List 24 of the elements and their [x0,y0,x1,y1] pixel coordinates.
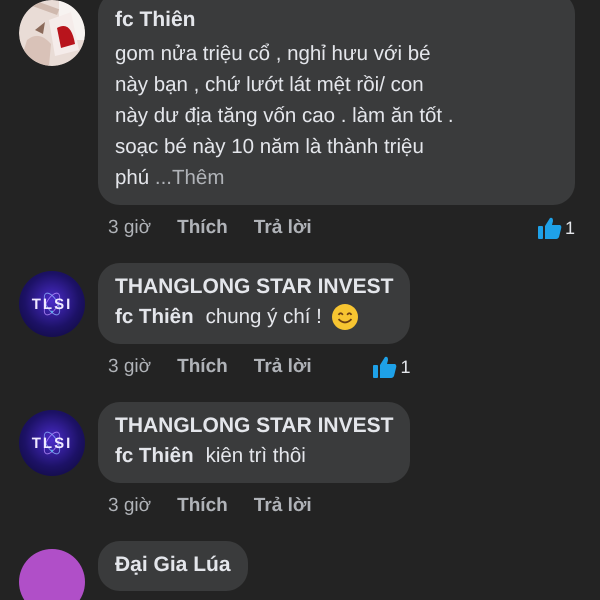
author-name[interactable]: THANGLONG STAR INVEST [115,273,394,301]
comment-text: fc Thiên chung ý chí ! [115,301,394,332]
mention-link[interactable]: fc Thiên [115,301,194,332]
thumbs-up-icon [373,356,398,378]
smiley-icon [332,304,358,330]
comment-text: gom nửa triệu cổ , nghỉ hưu với bé này bạn , chứ lướt lát mệt rồi/ con này dư địa tăng vốn cao . làm ăn tốt . soạc bé này 10 năm là thành triệu phú ...Thêm [115,41,455,191]
reply-link[interactable]: Trả lời [254,495,312,517]
like-link[interactable]: Thích [177,217,228,239]
like-count: 1 [564,218,575,238]
see-more-link[interactable]: ...Thêm [154,166,224,189]
comment-text: fc Thiên kiên trì thôi [115,440,394,471]
thumbs-up-icon [538,217,562,239]
reply-link[interactable]: Trả lời [254,217,312,239]
mention-link[interactable]: fc Thiên [115,440,194,471]
timestamp: 3 giờ [108,495,152,517]
like-count: 1 [400,356,410,378]
author-name[interactable]: THANGLONG STAR INVEST [115,412,394,440]
timestamp: 3 giờ [108,356,152,378]
author-name[interactable]: Đại Gia Lúa [115,551,231,579]
author-name[interactable]: fc Thiên [115,6,558,34]
like-link[interactable]: Thích [177,495,228,517]
timestamp: 3 giờ [108,217,152,239]
reply-link[interactable]: Trả lời [254,356,312,378]
like-link[interactable]: Thích [177,356,228,378]
